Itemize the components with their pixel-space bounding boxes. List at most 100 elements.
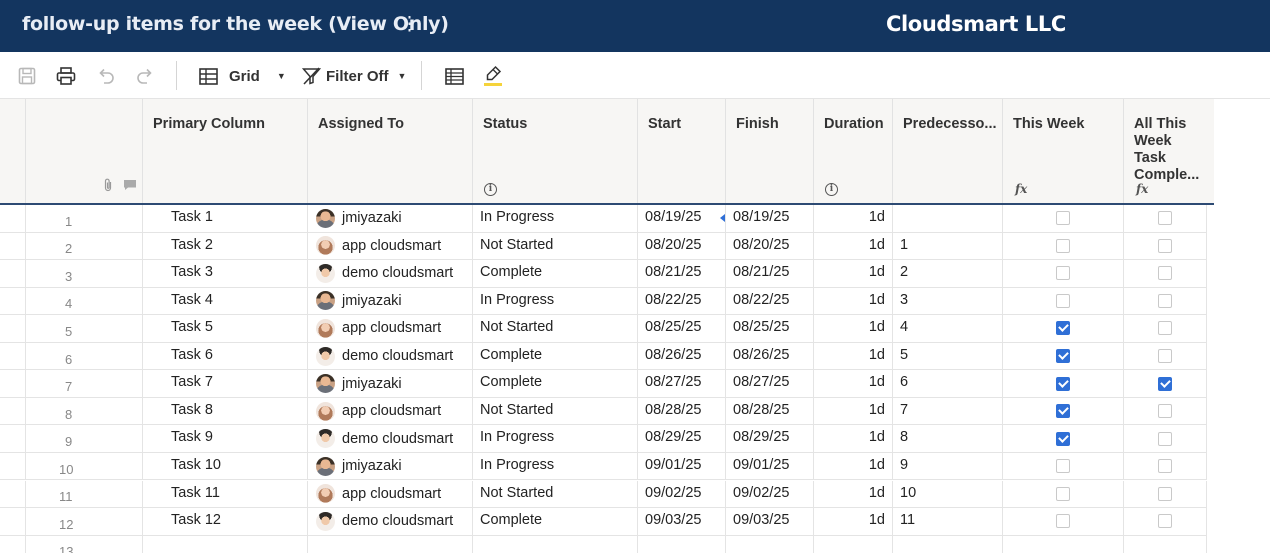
info-icon[interactable]: i <box>825 179 838 196</box>
cell-start[interactable]: 09/01/25 <box>638 452 726 480</box>
cell-status[interactable]: In Progress <box>473 287 638 315</box>
cell-status[interactable]: Complete <box>473 260 638 287</box>
cell-predecessors[interactable]: 10 <box>893 480 1003 507</box>
cell-assigned-to[interactable]: jmiyazaki <box>308 287 473 315</box>
cell-duration[interactable]: 1d <box>814 287 893 315</box>
cell-all-this-week-complete[interactable] <box>1124 205 1207 232</box>
cell-this-week[interactable] <box>1003 232 1124 260</box>
cell-all-this-week-complete[interactable] <box>1124 397 1207 425</box>
checkbox[interactable] <box>1056 514 1070 529</box>
cell-assigned-to[interactable]: jmiyazaki <box>308 205 473 232</box>
cell-predecessors[interactable]: 6 <box>893 370 1003 397</box>
cell-all-this-week-complete[interactable] <box>1124 425 1207 452</box>
cell-start[interactable]: 08/20/25 <box>638 232 726 260</box>
checkbox[interactable] <box>1056 266 1070 281</box>
table-row[interactable]: 12 Task 12 demo cloudsmart Complete 09/03/25… <box>0 508 1207 536</box>
cell-this-week[interactable] <box>1003 370 1124 397</box>
cell-primary[interactable]: Task 4 <box>143 287 308 315</box>
cell-finish[interactable] <box>726 535 814 553</box>
cell-duration[interactable]: 1d <box>814 205 893 232</box>
cell-this-week[interactable] <box>1003 425 1124 452</box>
checkbox[interactable] <box>1158 349 1172 363</box>
table-row[interactable]: 10 Task 10 jmiyazaki In Progress 09/01/25 09/… <box>0 452 1207 481</box>
cell-finish[interactable]: 08/19/25 <box>720 205 814 232</box>
table-row[interactable]: 2 Task 2 app cloudsmart Not Started 08/20/25… <box>0 232 1207 261</box>
cell-finish[interactable]: 09/01/25 <box>726 452 814 480</box>
checkbox[interactable] <box>1056 431 1070 446</box>
cell-status[interactable]: Not Started <box>473 315 638 342</box>
cell-duration[interactable]: 1d <box>814 315 893 342</box>
cell-finish[interactable]: 09/02/25 <box>726 480 814 507</box>
col-status[interactable]: Status i <box>473 99 638 203</box>
cell-duration[interactable]: 1d <box>814 425 893 452</box>
table-row[interactable]: 5 Task 5 app cloudsmart Not Started 08/25/25… <box>0 315 1207 343</box>
col-primary[interactable]: Primary Column <box>143 99 308 203</box>
cell-status[interactable]: In Progress <box>473 452 638 480</box>
cell-duration[interactable]: 1d <box>814 480 893 507</box>
checkbox[interactable] <box>1158 211 1172 226</box>
cell-assigned-to[interactable]: jmiyazaki <box>308 452 473 480</box>
col-start[interactable]: Start <box>638 99 726 203</box>
table-row[interactable]: 4 Task 4 jmiyazaki In Progress 08/22/25 08/22… <box>0 287 1207 316</box>
checkbox[interactable] <box>1056 404 1070 419</box>
cell-assigned-to[interactable]: app cloudsmart <box>308 232 473 260</box>
cell-this-week[interactable] <box>1003 535 1124 553</box>
cell-status[interactable]: Not Started <box>473 232 638 260</box>
cell-all-this-week-complete[interactable] <box>1124 287 1207 315</box>
cell-start[interactable]: 08/27/25 <box>638 370 726 397</box>
cell-duration[interactable]: 1d <box>814 370 893 397</box>
checkbox[interactable] <box>1158 238 1172 253</box>
cell-predecessors[interactable]: 5 <box>893 342 1003 370</box>
cell-assigned-to[interactable]: app cloudsmart <box>308 315 473 342</box>
checkbox[interactable] <box>1056 321 1070 336</box>
highlight-icon[interactable] <box>482 65 504 87</box>
checkbox[interactable] <box>1056 486 1070 501</box>
cell-start[interactable]: 09/03/25 <box>638 508 726 535</box>
cell-finish[interactable]: 08/20/25 <box>726 232 814 260</box>
checkbox[interactable] <box>1158 514 1172 529</box>
cell-primary[interactable]: Task 5 <box>143 315 308 342</box>
cell-start[interactable]: 08/26/25 <box>638 342 726 370</box>
cell-finish[interactable]: 08/22/25 <box>726 287 814 315</box>
cell-primary[interactable]: Task 7 <box>143 370 308 397</box>
cell-primary[interactable]: Task 11 <box>143 480 308 507</box>
cell-status[interactable]: In Progress <box>473 205 638 232</box>
cell-all-this-week-complete[interactable] <box>1124 452 1207 480</box>
cell-predecessors[interactable]: 2 <box>893 260 1003 287</box>
cell-primary[interactable] <box>143 535 308 553</box>
cell-duration[interactable]: 1d <box>814 342 893 370</box>
col-this-week[interactable]: This Week fx <box>1003 99 1124 203</box>
cell-primary[interactable]: Task 9 <box>143 425 308 452</box>
checkbox[interactable] <box>1056 211 1070 226</box>
cell-duration[interactable]: 1d <box>814 260 893 287</box>
col-all-this-week-complete[interactable]: All This Week Task Comple... fx <box>1124 99 1214 203</box>
cell-this-week[interactable] <box>1003 508 1124 535</box>
cell-finish[interactable]: 08/27/25 <box>726 370 814 397</box>
table-row[interactable]: 3 Task 3 demo cloudsmart Complete 08/21/25 08… <box>0 260 1207 288</box>
cell-predecessors[interactable]: 7 <box>893 397 1003 425</box>
gantt-icon[interactable] <box>443 65 465 87</box>
cell-primary[interactable]: Task 10 <box>143 452 308 480</box>
cell-start[interactable]: 08/21/25 <box>638 260 726 287</box>
cell-status[interactable]: Not Started <box>473 480 638 507</box>
cell-predecessors[interactable] <box>893 205 1003 232</box>
col-predecessors[interactable]: Predecesso... <box>893 99 1003 203</box>
checkbox[interactable] <box>1158 293 1172 308</box>
cell-this-week[interactable] <box>1003 342 1124 370</box>
cell-assigned-to[interactable]: app cloudsmart <box>308 397 473 425</box>
cell-assigned-to[interactable] <box>308 535 473 553</box>
cell-primary[interactable]: Task 3 <box>143 260 308 287</box>
cell-all-this-week-complete[interactable] <box>1124 342 1207 370</box>
cell-start[interactable]: 08/19/25 <box>638 205 726 232</box>
cell-predecessors[interactable] <box>893 535 1003 553</box>
cell-status[interactable]: Complete <box>473 508 638 535</box>
cell-duration[interactable]: 1d <box>814 452 893 480</box>
table-row[interactable]: 6 Task 6 demo cloudsmart Complete 08/26/25 08… <box>0 342 1207 371</box>
cell-finish[interactable]: 08/28/25 <box>726 397 814 425</box>
cell-this-week[interactable] <box>1003 287 1124 315</box>
cell-assigned-to[interactable]: demo cloudsmart <box>308 508 473 535</box>
cell-finish[interactable]: 08/29/25 <box>726 425 814 452</box>
cell-all-this-week-complete[interactable] <box>1124 508 1207 535</box>
cell-assigned-to[interactable]: demo cloudsmart <box>308 425 473 452</box>
cell-status[interactable] <box>473 535 638 553</box>
